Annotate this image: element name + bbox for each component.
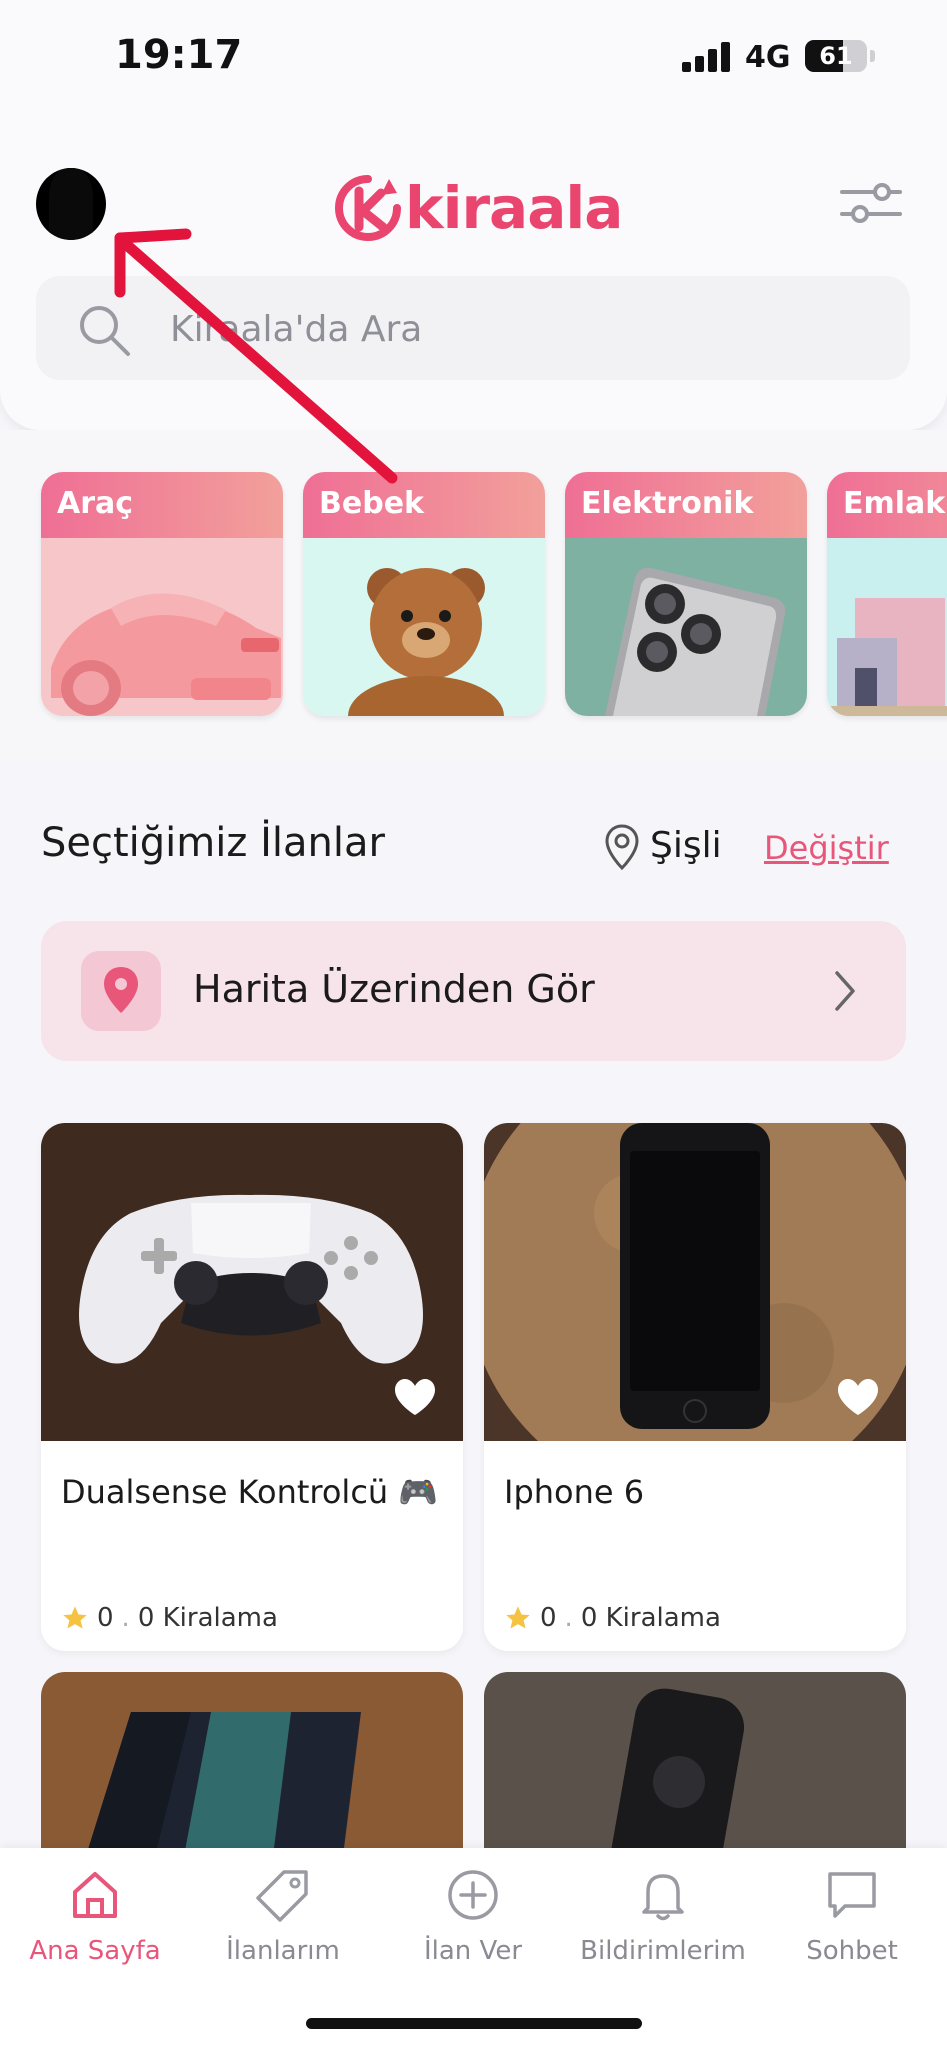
bell-icon [642, 1874, 684, 1921]
category-label: Bebek [303, 472, 545, 538]
console-image [41, 1672, 463, 1872]
location-text[interactable]: Şişli [650, 825, 722, 866]
status-time: 19:17 [115, 32, 243, 78]
tab-ana-sayfa[interactable]: Ana Sayfa [5, 1868, 185, 1978]
sliders-icon[interactable] [840, 178, 902, 228]
tab-bildirimlerim[interactable]: Bildirimlerim [573, 1868, 753, 1978]
tab-ilan-ver[interactable]: İlan Ver [383, 1868, 563, 1978]
star-icon [506, 1606, 530, 1629]
search-icon [80, 306, 130, 356]
rating-separator: . [121, 1603, 130, 1633]
section-title: Seçtiğimiz İlanlar [41, 820, 385, 866]
tab-ilanlarim[interactable]: İlanlarım [193, 1868, 373, 1978]
home-indicator [306, 2018, 642, 2029]
status-bar: 19:17 4G 61 [0, 0, 947, 110]
plus-circle-icon [448, 1870, 498, 1920]
star-icon [63, 1606, 87, 1629]
search-bar[interactable] [36, 276, 910, 380]
rating-value: 0 [540, 1603, 557, 1633]
tab-label: Bildirimlerim [580, 1936, 746, 1966]
tab-label: Ana Sayfa [29, 1936, 161, 1966]
listing-card[interactable]: Dualsense Kontrolcü 🎮 0 . 0 Kiralama [41, 1123, 463, 1651]
chevron-right-icon [835, 971, 855, 1011]
listing-rating: 0 . 0 Kiralama [61, 1603, 278, 1633]
search-input[interactable] [170, 304, 870, 354]
house-image [827, 538, 947, 716]
listing-card[interactable]: Iphone 6 0 . 0 Kiralama [484, 1123, 906, 1651]
tab-label: Sohbet [806, 1936, 898, 1966]
category-arac[interactable]: Araç [41, 472, 283, 716]
car-image [41, 538, 283, 716]
listing-card[interactable] [484, 1672, 906, 1872]
logo-mark-icon [335, 175, 401, 241]
network-type: 4G [745, 40, 791, 75]
rental-count: 0 Kiralama [137, 1603, 278, 1633]
rating-separator: . [564, 1603, 573, 1633]
map-pin-icon [81, 951, 161, 1031]
map-view-button[interactable]: Harita Üzerinden Gör [41, 921, 906, 1061]
remote-image [484, 1672, 906, 1872]
listing-rating: 0 . 0 Kiralama [504, 1603, 721, 1633]
category-emlak[interactable]: Emlak [827, 472, 947, 716]
category-bebek[interactable]: Bebek [303, 472, 545, 716]
category-label: Araç [41, 472, 283, 538]
tag-icon [256, 1870, 308, 1922]
app-logo: kiraala [333, 168, 623, 248]
rental-count: 0 Kiralama [580, 1603, 721, 1633]
tab-label: İlanlarım [226, 1936, 340, 1966]
favorite-heart-icon[interactable] [836, 1377, 880, 1417]
profile-avatar[interactable] [36, 168, 106, 240]
battery-tip [870, 50, 875, 62]
battery-level: 61 [819, 42, 853, 70]
teddy-bear-image [303, 538, 545, 716]
category-elektronik[interactable]: Elektronik [565, 472, 807, 716]
battery-icon: 61 [805, 40, 867, 72]
category-label: Emlak [827, 472, 947, 538]
listing-title: Iphone 6 [504, 1473, 645, 1511]
signal-icon [682, 42, 732, 72]
rating-value: 0 [97, 1603, 114, 1633]
logo-text: kiraala [405, 174, 623, 242]
category-strip[interactable]: Araç Bebek Elektronik Emlak [0, 430, 947, 760]
map-view-label: Harita Üzerinden Gör [193, 967, 595, 1011]
listing-card[interactable] [41, 1672, 463, 1872]
change-location-link[interactable]: Değiştir [764, 829, 889, 867]
favorite-heart-icon[interactable] [393, 1377, 437, 1417]
home-icon [73, 1872, 117, 1918]
phone-image [565, 538, 807, 716]
location-pin-icon[interactable] [604, 823, 640, 871]
tab-sohbet[interactable]: Sohbet [762, 1868, 942, 1978]
tab-label: İlan Ver [423, 1936, 523, 1966]
listing-title: Dualsense Kontrolcü 🎮 [61, 1473, 439, 1511]
category-label: Elektronik [565, 472, 807, 538]
chat-icon [828, 1872, 876, 1918]
